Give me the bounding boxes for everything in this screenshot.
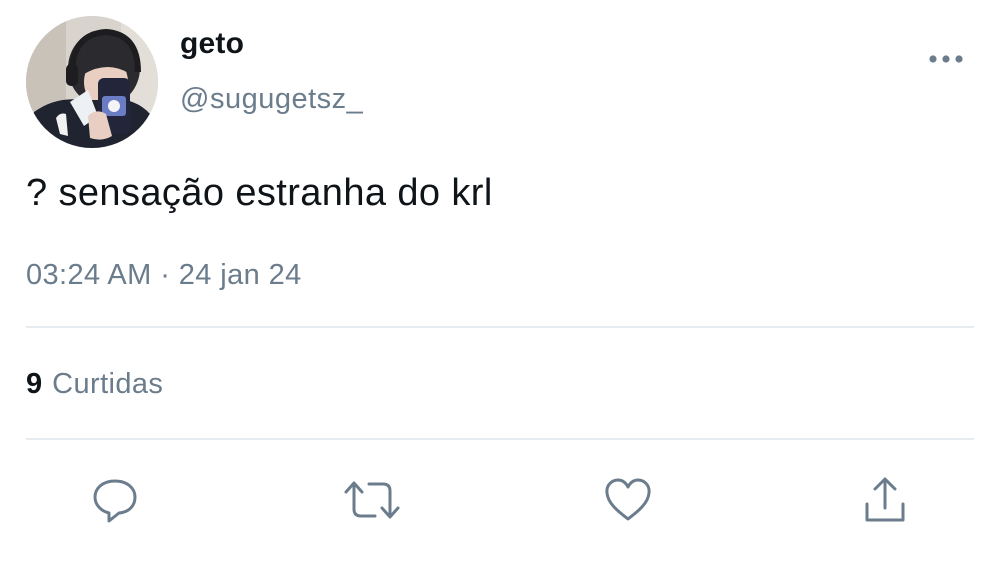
divider xyxy=(26,438,974,440)
tweet-actions-bar xyxy=(0,470,1000,534)
divider xyxy=(26,326,974,328)
likes-label: Curtidas xyxy=(52,368,164,400)
like-button[interactable] xyxy=(598,470,658,530)
tweet-date: 24 jan 24 xyxy=(178,259,302,291)
reply-icon xyxy=(93,479,137,523)
likes-count: 9 xyxy=(26,368,43,400)
likes-stat[interactable]: 9 Curtidas xyxy=(26,368,163,401)
avatar-image xyxy=(26,16,158,148)
display-name[interactable]: geto xyxy=(180,27,244,61)
meta-separator: · xyxy=(160,259,171,291)
tweet-timestamp[interactable]: 03:24 AM · 24 jan 24 xyxy=(26,259,302,292)
heart-icon xyxy=(605,478,651,521)
retweet-button[interactable] xyxy=(342,470,402,530)
reply-button[interactable] xyxy=(85,470,145,530)
avatar[interactable] xyxy=(26,16,158,148)
tweet-detail: geto @sugugetsz_ ? sensação estranha do … xyxy=(0,0,1000,567)
tweet-text: ? sensação estranha do krl xyxy=(26,172,493,214)
retweet-icon xyxy=(344,481,400,519)
share-button[interactable] xyxy=(855,470,915,530)
more-horizontal-icon xyxy=(929,55,963,63)
user-handle[interactable]: @sugugetsz_ xyxy=(180,83,363,116)
tweet-time: 03:24 AM xyxy=(26,259,152,291)
more-options-button[interactable] xyxy=(920,44,972,74)
share-icon xyxy=(865,477,905,522)
